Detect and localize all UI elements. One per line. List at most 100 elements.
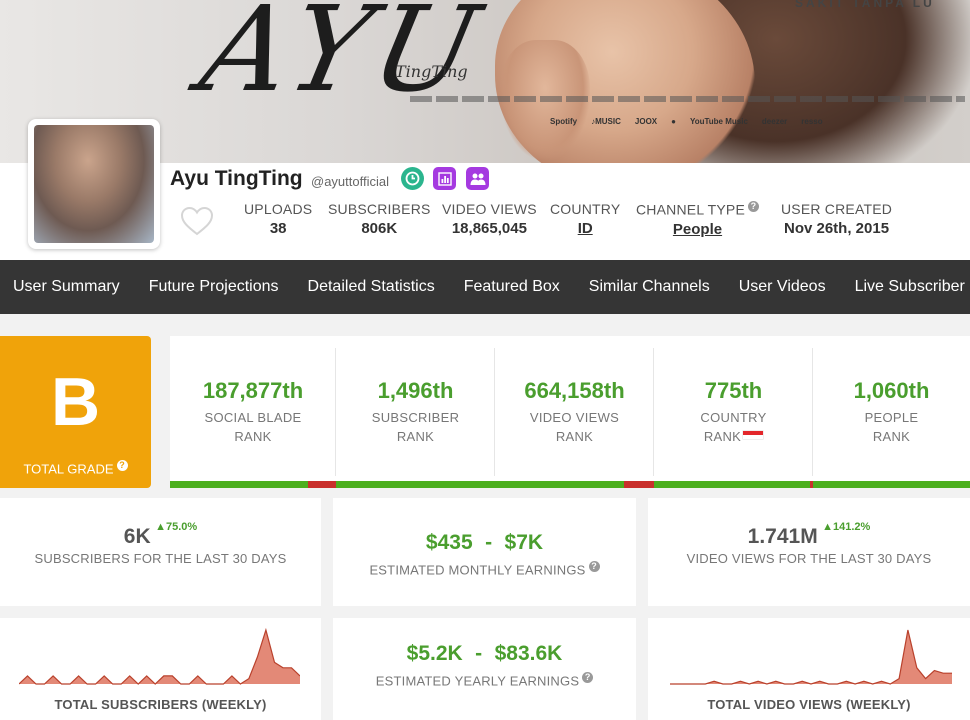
- rank-progress-red: [307, 481, 336, 488]
- stat-label: CHANNEL TYPE?: [636, 201, 759, 218]
- monthly-label: ESTIMATED MONTHLY EARNINGS: [369, 562, 586, 578]
- music-app-logo: ●: [671, 117, 676, 126]
- rank-value: 664,158th: [524, 378, 625, 403]
- deezer-logo: deezer: [761, 117, 788, 126]
- resso-logo: resso: [801, 117, 823, 126]
- country-link[interactable]: ID: [550, 220, 620, 237]
- views-30d-value: 1.741M: [747, 525, 818, 548]
- yearly-sep: -: [475, 642, 483, 665]
- stat-label: VIDEO VIEWS: [442, 201, 537, 217]
- nav-detailed-statistics[interactable]: Detailed Statistics: [295, 260, 451, 314]
- rank-progress-bar: [170, 481, 336, 488]
- subs-30d-value: 6K: [123, 525, 151, 548]
- banner-credits-strip: [410, 96, 965, 102]
- users-icon[interactable]: [466, 167, 489, 190]
- card-views-weekly: TOTAL VIDEO VIEWS (WEEKLY): [648, 618, 970, 720]
- rank-label: RANK: [654, 429, 813, 444]
- rank-label: RANK: [234, 429, 272, 444]
- nav-bar: User Summary Future Projections Detailed…: [0, 260, 970, 314]
- subscribers-sparkline: [19, 627, 300, 685]
- help-icon[interactable]: ?: [748, 201, 759, 212]
- avatar[interactable]: [28, 119, 160, 249]
- rank-progress-bar: [813, 481, 970, 488]
- rank-label: SOCIAL BLADE: [204, 410, 302, 425]
- banner-script-sub: TingTing: [395, 62, 468, 81]
- rank-label: VIDEO VIEWS: [529, 410, 620, 425]
- yearly-high: $83.6K: [494, 642, 563, 665]
- help-icon[interactable]: ?: [588, 561, 600, 572]
- channel-type-link[interactable]: People: [636, 221, 759, 238]
- rank-label-text: RANK: [703, 429, 742, 444]
- views-sparkline: [670, 629, 952, 685]
- rank-label: RANK: [396, 429, 435, 444]
- channel-name: Ayu TingTing: [170, 167, 303, 190]
- monthly-high: $7K: [504, 531, 544, 554]
- stat-label: SUBSCRIBERS: [328, 201, 431, 217]
- rank-progress-red: [623, 481, 654, 488]
- heart-icon[interactable]: [180, 206, 214, 236]
- bar-chart-icon[interactable]: [433, 167, 456, 190]
- banner-logos: Spotify ♪MUSIC JOOX ● YouTube Music deez…: [550, 117, 823, 126]
- stat-value: 18,865,045: [451, 220, 527, 237]
- total-grade-card: B TOTAL GRADE?: [0, 336, 151, 488]
- avatar-image: [34, 125, 154, 243]
- subs-30d-label: SUBSCRIBERS FOR THE LAST 30 DAYS: [34, 551, 287, 566]
- nav-featured-box[interactable]: Featured Box: [451, 260, 576, 314]
- rank-people: 1,060th PEOPLE RANK: [813, 336, 970, 488]
- indonesia-flag-icon: [743, 430, 764, 439]
- yearly-label: ESTIMATED YEARLY EARNINGS: [375, 673, 580, 689]
- stat-uploads: UPLOADS 38: [244, 201, 312, 237]
- stat-value: 806K: [361, 220, 398, 237]
- clock-icon[interactable]: [401, 167, 424, 190]
- views-30d-label: VIDEO VIEWS FOR THE LAST 30 DAYS: [686, 551, 932, 566]
- joox-logo: JOOX: [634, 117, 658, 126]
- rank-label: COUNTRY: [700, 410, 767, 425]
- nav-user-videos[interactable]: User Videos: [726, 260, 842, 314]
- stat-user-created: USER CREATED Nov 26th, 2015: [781, 201, 892, 237]
- stat-value: Nov 26th, 2015: [783, 220, 890, 237]
- stat-channel-type: CHANNEL TYPE? People: [636, 201, 759, 238]
- rank-country: 775th COUNTRY RANK: [654, 336, 813, 488]
- rank-value: 187,877th: [202, 378, 304, 403]
- stat-value: 38: [269, 220, 287, 237]
- grade-label-text: TOTAL GRADE: [23, 461, 114, 477]
- spotify-logo: Spotify: [550, 117, 578, 126]
- rank-value: 1,060th: [853, 378, 930, 403]
- nav-live-subscriber-count[interactable]: Live Subscriber Count: [842, 260, 970, 314]
- monthly-low: $435: [425, 531, 473, 554]
- help-icon[interactable]: ?: [116, 460, 128, 471]
- stat-label: COUNTRY: [550, 201, 621, 217]
- nav-similar-channels[interactable]: Similar Channels: [576, 260, 726, 314]
- rank-progress-bar: [654, 481, 813, 488]
- stat-label: UPLOADS: [244, 201, 313, 217]
- stat-label-text: CHANNEL TYPE: [636, 201, 745, 218]
- apple-music-logo: ♪MUSIC: [591, 117, 621, 126]
- rank-video-views: 664,158th VIDEO VIEWS RANK: [495, 336, 654, 488]
- views-30d-change: ▲141.2%: [822, 521, 871, 533]
- rank-subscriber: 1,496th SUBSCRIBER RANK: [336, 336, 495, 488]
- rank-value: 775th: [704, 378, 763, 403]
- rank-label: RANK: [555, 429, 594, 444]
- ranks-panel: 187,877th SOCIAL BLADE RANK 1,496th SUBS…: [170, 336, 970, 488]
- channel-handle: @ayuttofficial: [311, 174, 389, 189]
- card-subscribers-30d: 6K ▲75.0% SUBSCRIBERS FOR THE LAST 30 DA…: [0, 498, 321, 606]
- grade-label: TOTAL GRADE?: [0, 460, 151, 476]
- card-monthly-earnings: $435 - $7K ESTIMATED MONTHLY EARNINGS?: [333, 498, 636, 606]
- rank-social-blade: 187,877th SOCIAL BLADE RANK: [170, 336, 336, 488]
- rank-progress-bar: [495, 481, 654, 488]
- subs-weekly-label: TOTAL SUBSCRIBERS (WEEKLY): [54, 697, 267, 712]
- stat-video-views: VIDEO VIEWS 18,865,045: [442, 201, 537, 237]
- monthly-sep: -: [485, 531, 493, 554]
- rank-progress-bar: [336, 481, 495, 488]
- rank-label: RANK: [872, 429, 911, 444]
- youtube-music-logo: YouTube Music: [689, 117, 748, 126]
- nav-future-projections[interactable]: Future Projections: [136, 260, 295, 314]
- rank-value: 1,496th: [377, 378, 454, 403]
- banner-tagline: SAKIT TANPA LU: [795, 0, 935, 10]
- help-icon[interactable]: ?: [582, 672, 594, 683]
- nav-user-summary[interactable]: User Summary: [0, 260, 136, 314]
- card-subscribers-weekly: TOTAL SUBSCRIBERS (WEEKLY): [0, 618, 321, 720]
- stat-country: COUNTRY ID: [550, 201, 620, 237]
- rank-label: SUBSCRIBER: [371, 410, 460, 425]
- grade-letter: B: [50, 364, 101, 440]
